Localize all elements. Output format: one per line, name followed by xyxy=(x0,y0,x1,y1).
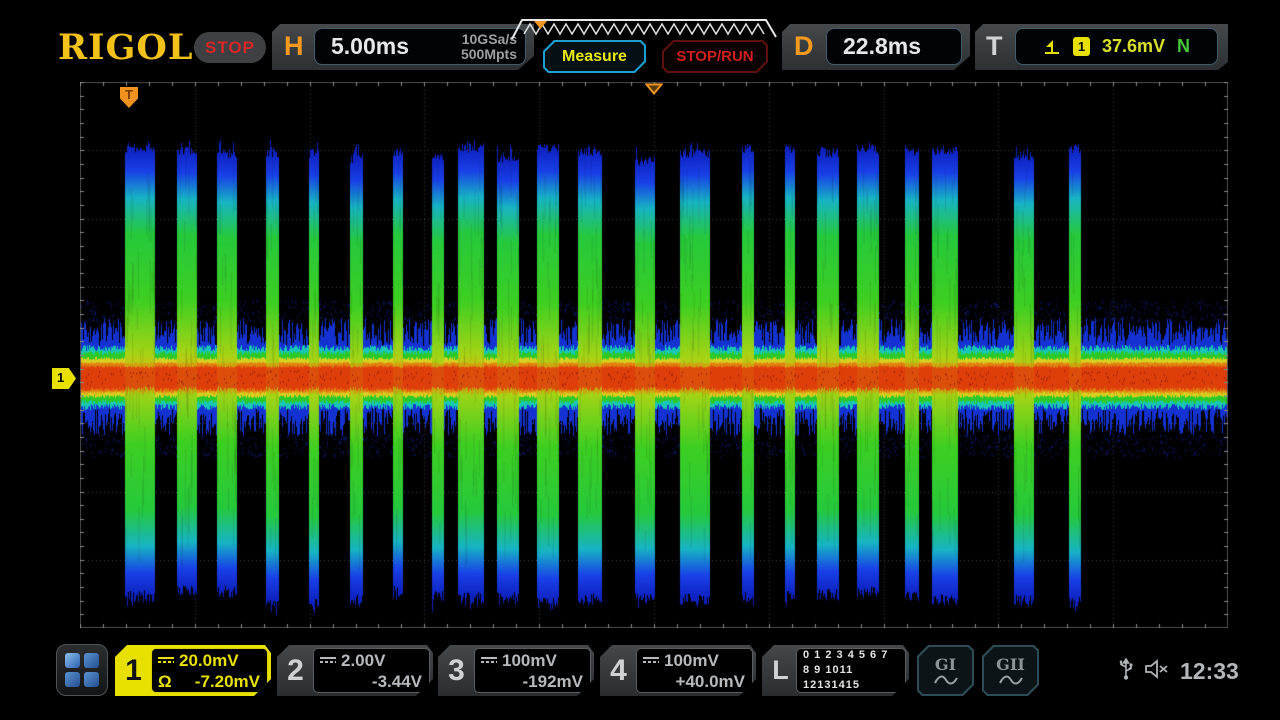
channel3-scale: 100mV xyxy=(502,650,557,671)
delay-block[interactable]: D 22.8ms xyxy=(782,24,970,70)
rigol-logo: RIGOL xyxy=(58,27,193,68)
menu-button[interactable] xyxy=(56,644,108,696)
gen2-label: GII xyxy=(996,655,1025,674)
trigger-readout: 1 37.6mV N xyxy=(1015,28,1218,65)
trigger-mode: N xyxy=(1177,36,1190,57)
logic-row2: 8 9 1011 12131415 xyxy=(803,663,898,693)
channel2-readout: 2.00V -3.44V xyxy=(313,648,430,693)
channel4-offset: +40.0mV xyxy=(676,671,745,692)
timebase-value: 5.00ms xyxy=(315,33,409,60)
trigger-label: T xyxy=(986,31,1003,62)
memory-depth: 500Mpts xyxy=(461,46,517,62)
channel3-block[interactable]: 3 100mV -192mV xyxy=(438,645,594,696)
logic-readout: 0 1 2 3 4 5 6 7 8 9 1011 12131415 xyxy=(796,648,906,693)
delay-readout: 22.8ms xyxy=(826,28,962,65)
channel2-scale: 2.00V xyxy=(341,650,385,671)
logic-label: L xyxy=(762,645,799,696)
trigger-block[interactable]: T 1 37.6mV N xyxy=(975,24,1228,70)
oscilloscope-screen: T 1 RIGOL STOP H 5.00ms 10GSa/s 500Mpts … xyxy=(0,0,1280,720)
coupling-dc-icon xyxy=(481,655,497,665)
preview-frame xyxy=(512,20,776,39)
logic-row1: 0 1 2 3 4 5 6 7 xyxy=(803,648,898,663)
trigger-source-badge: 1 xyxy=(1073,37,1090,56)
horizontal-settings-block[interactable]: H 5.00ms 10GSa/s 500Mpts xyxy=(272,24,534,70)
trigger-level-value: 37.6mV xyxy=(1102,36,1165,57)
usb-icon xyxy=(1118,656,1134,682)
clock: 12:33 xyxy=(1180,658,1239,685)
trigger-edge-icon xyxy=(1043,37,1061,56)
channel4-readout: 100mV +40.0mV xyxy=(636,648,753,693)
channel3-readout: 100mV -192mV xyxy=(474,648,591,693)
channel1-offset: -7.20mV xyxy=(195,671,260,692)
coupling-dc-icon xyxy=(643,655,659,665)
channel1-scale: 20.0mV xyxy=(179,650,239,671)
channel3-offset: -192mV xyxy=(523,671,583,692)
channel1-ground-marker[interactable]: 1 xyxy=(52,368,76,389)
channel2-number: 2 xyxy=(277,645,314,696)
sine-wave-icon xyxy=(998,674,1024,686)
stop-run-button-label: STOP/RUN xyxy=(664,42,766,71)
channel4-number: 4 xyxy=(600,645,637,696)
preview-zigzag xyxy=(524,24,764,34)
delay-value: 22.8ms xyxy=(827,33,921,60)
channel1-impedance: Ω xyxy=(158,671,172,692)
channel4-block[interactable]: 4 100mV +40.0mV xyxy=(600,645,756,696)
measure-button-label: Measure xyxy=(545,42,644,71)
stop-run-button[interactable]: STOP/RUN xyxy=(662,40,768,73)
coupling-dc-icon xyxy=(320,655,336,665)
channel2-offset: -3.44V xyxy=(372,671,422,692)
channel1-block[interactable]: 1 20.0mV Ω -7.20mV xyxy=(115,645,271,696)
channel1-readout: 20.0mV Ω -7.20mV xyxy=(151,648,268,693)
gen1-button[interactable]: GI xyxy=(917,645,974,696)
logic-channels-block[interactable]: L 0 1 2 3 4 5 6 7 8 9 1011 12131415 xyxy=(762,645,909,696)
waveform-display xyxy=(80,82,1228,628)
trigger-position-preview[interactable] xyxy=(510,16,778,41)
horizontal-readout: 5.00ms 10GSa/s 500Mpts xyxy=(314,28,526,65)
coupling-dc-icon xyxy=(158,655,174,665)
measure-button[interactable]: Measure xyxy=(543,40,646,73)
channel1-number: 1 xyxy=(115,645,152,696)
gen1-label: GI xyxy=(935,655,956,674)
channel4-scale: 100mV xyxy=(664,650,719,671)
gen2-button[interactable]: GII xyxy=(982,645,1039,696)
sine-wave-icon xyxy=(933,674,959,686)
horizontal-label: H xyxy=(284,31,304,62)
speaker-muted-icon xyxy=(1144,658,1170,680)
delay-label: D xyxy=(794,31,814,62)
trigger-time-marker[interactable] xyxy=(645,83,663,95)
channel2-block[interactable]: 2 2.00V -3.44V xyxy=(277,645,433,696)
sample-rate: 10GSa/s xyxy=(462,31,517,47)
channel3-number: 3 xyxy=(438,645,475,696)
menu-icon xyxy=(65,653,80,668)
run-state-badge: STOP xyxy=(194,32,266,63)
